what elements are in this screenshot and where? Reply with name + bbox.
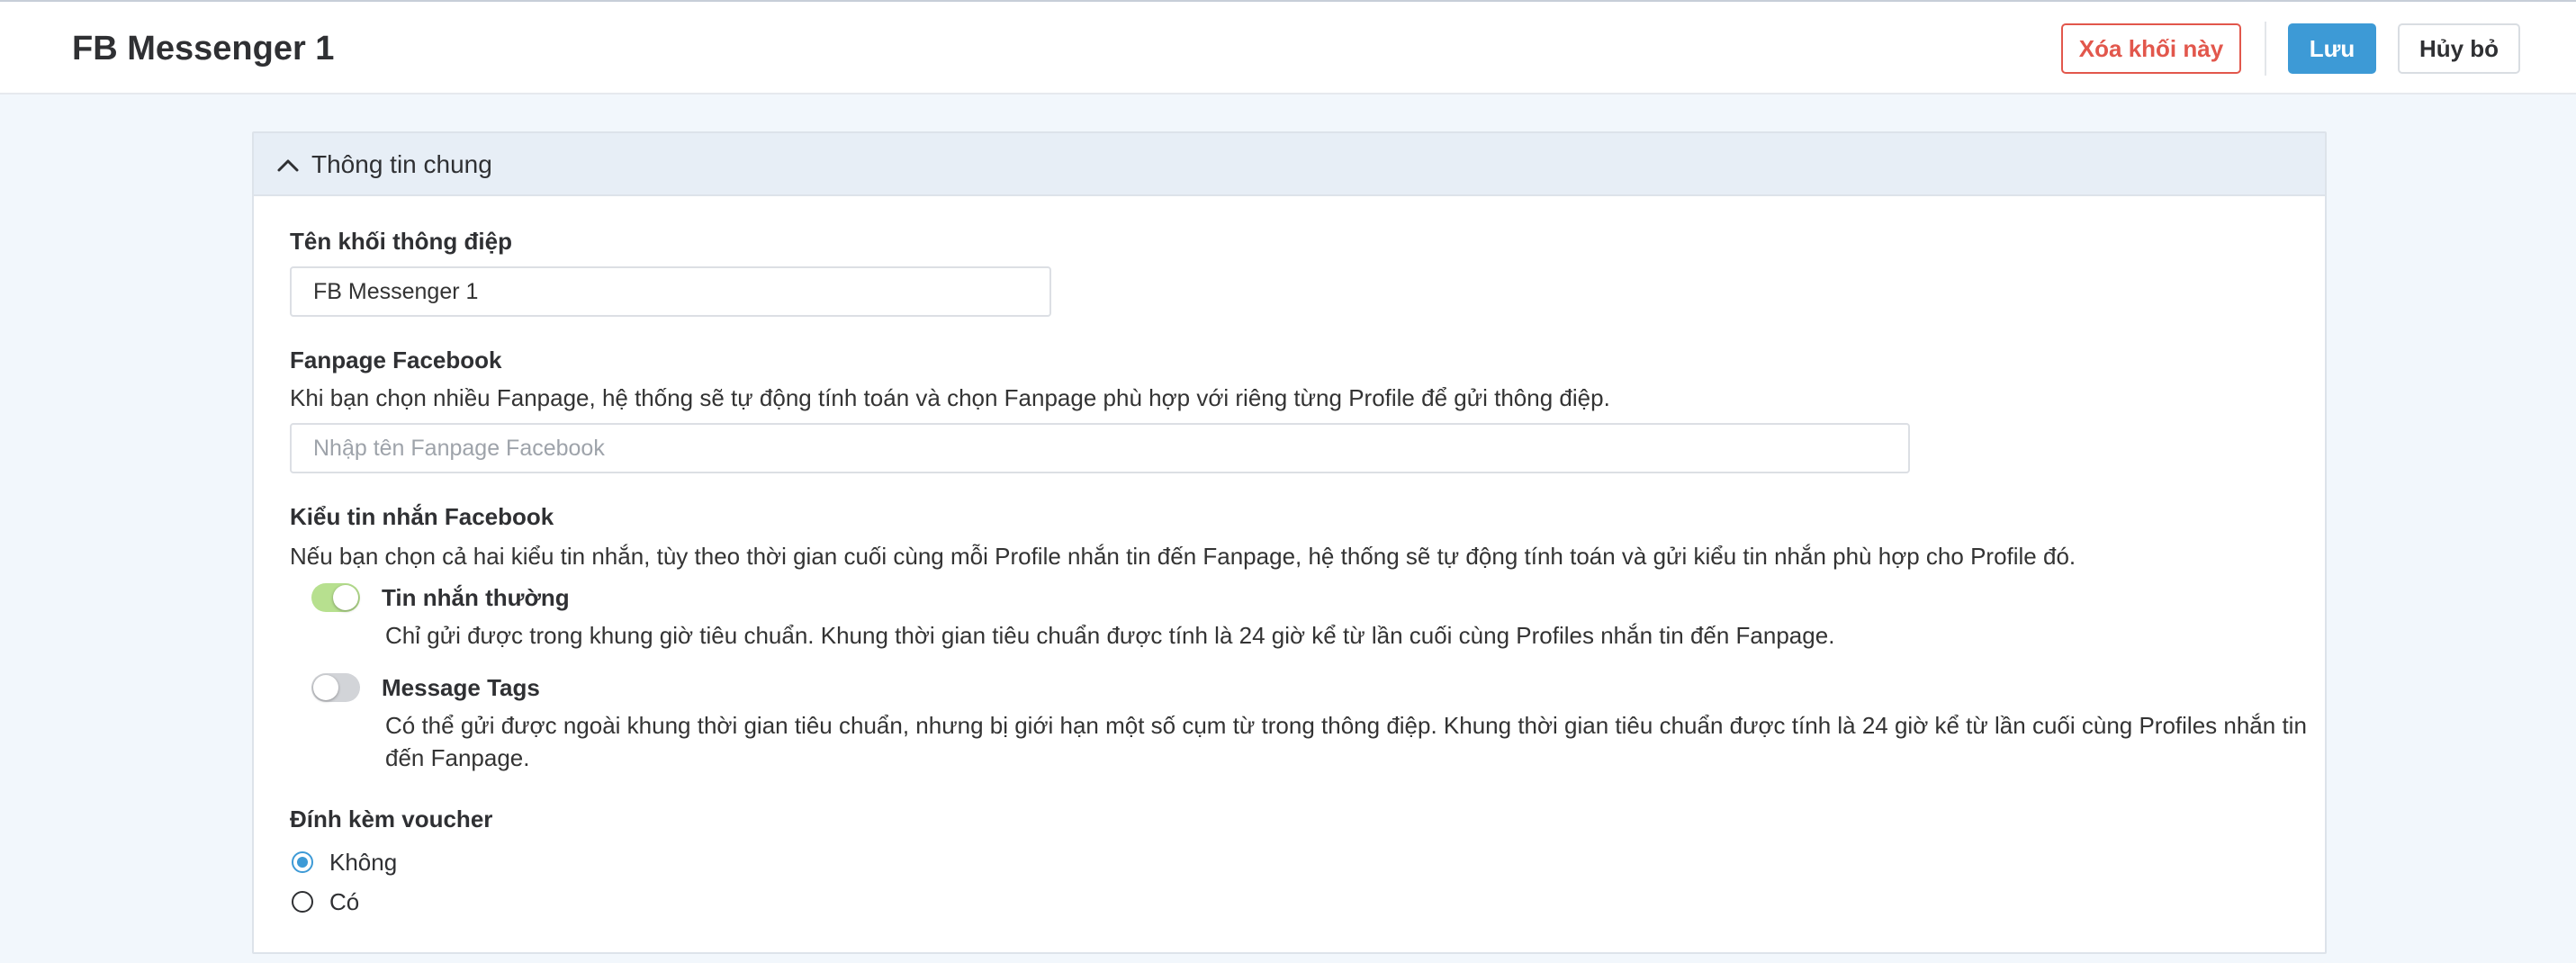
voucher-yes-label[interactable]: Có [329,888,359,915]
message-type-label: Kiểu tin nhắn Facebook [290,503,554,530]
message-tags-description-line2: đến Fanpage. [385,744,530,771]
delete-block-button[interactable]: Xóa khối này [2061,23,2241,74]
general-info-card: Thông tin chung Tên khối thông điệp FB M… [252,131,2327,954]
voucher-no-radio[interactable] [292,851,313,873]
header-divider [2265,22,2266,76]
message-tags-toggle[interactable] [311,673,360,702]
message-tags-description-line1: Có thể gửi được ngoài khung thời gian ti… [385,712,2307,739]
regular-message-description: Chỉ gửi được trong khung giờ tiêu chuẩn.… [385,622,1835,649]
regular-message-label: Tin nhắn thường [382,584,570,611]
message-tags-label: Message Tags [382,674,540,701]
chevron-up-icon[interactable] [275,153,301,178]
fanpage-description: Khi bạn chọn nhiều Fanpage, hệ thống sẽ … [290,384,1610,411]
section-title: Thông tin chung [311,150,492,178]
save-button[interactable]: Lưu [2288,23,2376,74]
cancel-button[interactable]: Hủy bỏ [2398,23,2520,74]
fanpage-search-input[interactable]: Nhập tên Fanpage Facebook [290,423,1910,473]
block-name-input[interactable]: FB Messenger 1 [290,266,1051,317]
toggle-knob [313,675,338,700]
voucher-label: Đính kèm voucher [290,806,493,832]
voucher-no-label[interactable]: Không [329,849,397,876]
regular-message-toggle[interactable] [311,583,360,612]
toggle-knob [333,585,358,610]
page-title: FB Messenger 1 [72,30,335,68]
page-header: FB Messenger 1 Xóa khối này Lưu Hủy bỏ [0,2,2576,94]
section-header[interactable]: Thông tin chung [254,133,2325,196]
block-name-label: Tên khối thông điệp [290,228,512,255]
message-type-description: Nếu bạn chọn cả hai kiểu tin nhắn, tùy t… [290,543,2076,570]
voucher-yes-radio[interactable] [292,891,313,913]
fanpage-label: Fanpage Facebook [290,346,502,374]
